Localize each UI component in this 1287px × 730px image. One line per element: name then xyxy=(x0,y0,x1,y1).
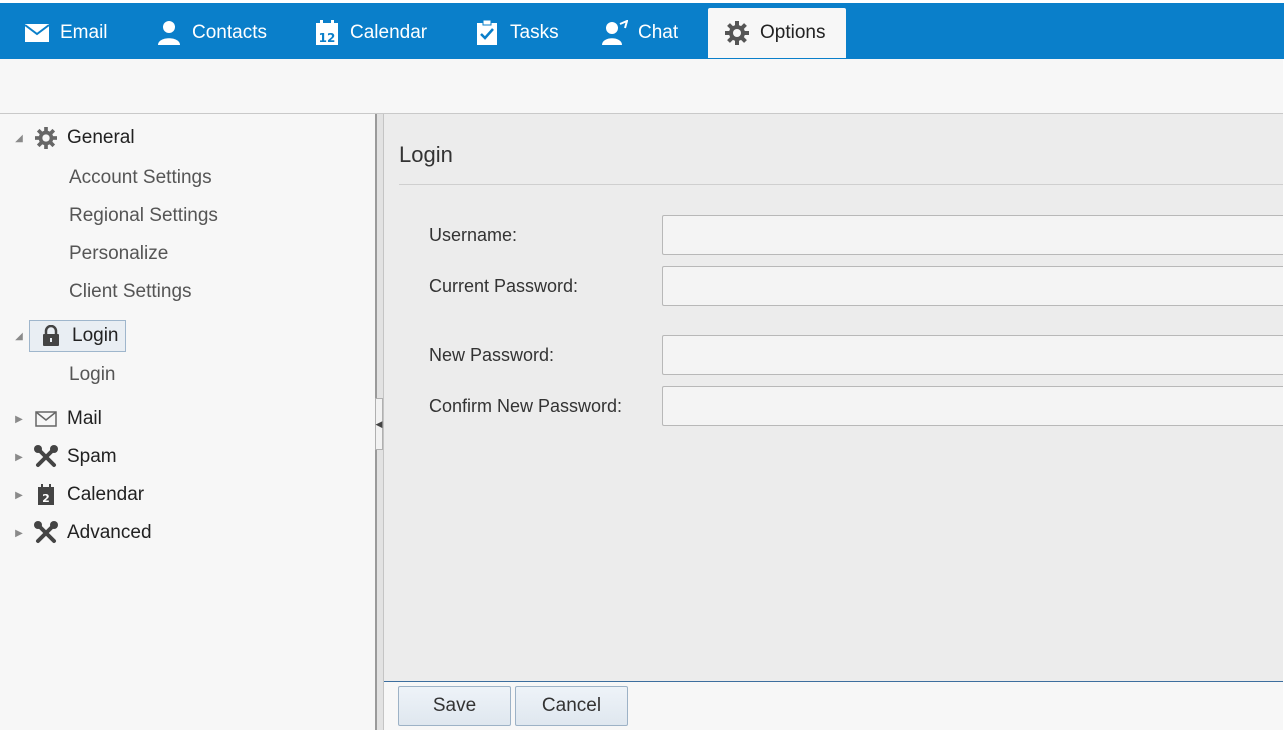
tab-chat[interactable]: Chat xyxy=(596,8,684,58)
username-label: Username: xyxy=(429,225,518,245)
save-button[interactable]: Save xyxy=(398,686,511,726)
tab-contacts[interactable]: Contacts xyxy=(150,8,273,58)
tree-item-regional-settings[interactable]: Regional Settings xyxy=(69,201,218,231)
collapse-triangle-icon[interactable]: ◢ xyxy=(11,133,27,144)
clipboard-check-icon xyxy=(474,20,500,46)
lock-icon xyxy=(38,323,64,349)
tab-calendar[interactable]: 12 Calendar xyxy=(308,8,433,58)
tree-node-label: Calendar xyxy=(67,484,145,505)
confirm-password-input[interactable] xyxy=(662,386,1287,426)
calendar-icon: 2 xyxy=(33,482,59,508)
tree-node-label: Advanced xyxy=(67,522,152,543)
page-title: Login xyxy=(399,142,453,167)
person-icon xyxy=(156,20,182,46)
tree-node-label: Login xyxy=(72,325,119,346)
tools-icon xyxy=(33,520,59,546)
new-password-label: New Password: xyxy=(429,345,555,365)
svg-text:12: 12 xyxy=(319,31,336,45)
envelope-icon xyxy=(24,20,50,46)
gear-icon xyxy=(724,20,750,46)
tools-icon xyxy=(33,444,59,470)
login-settings-panel: Login Username: Current Password: New Pa… xyxy=(384,114,1287,682)
tree-item-login[interactable]: Login xyxy=(69,360,116,390)
tab-email[interactable]: Email xyxy=(18,8,114,58)
cancel-button[interactable]: Cancel xyxy=(515,686,628,726)
chat-person-icon xyxy=(602,20,628,46)
tab-label: Calendar xyxy=(350,22,428,43)
tree-node-label: General xyxy=(67,127,135,148)
tree-node-advanced[interactable]: ▶ Advanced xyxy=(0,516,152,550)
collapse-left-arrow-icon[interactable]: ◀ xyxy=(375,398,383,450)
collapse-triangle-icon[interactable]: ◢ xyxy=(11,331,27,342)
current-password-label: Current Password: xyxy=(429,276,579,296)
tab-label: Email xyxy=(60,22,108,43)
calendar-icon: 12 xyxy=(314,20,340,46)
tab-label: Tasks xyxy=(510,22,559,43)
expand-triangle-icon[interactable]: ▶ xyxy=(11,452,27,463)
confirm-password-label: Confirm New Password: xyxy=(429,396,623,416)
tab-options[interactable]: Options xyxy=(708,8,846,58)
tab-label: Contacts xyxy=(192,22,267,43)
svg-text:2: 2 xyxy=(42,492,50,505)
tree-node-mail[interactable]: ▶ Mail xyxy=(0,402,102,436)
form-footer: Save Cancel xyxy=(384,682,1283,730)
tree-node-general[interactable]: ◢ General xyxy=(0,121,135,155)
tree-node-spam[interactable]: ▶ Spam xyxy=(0,440,117,474)
window-edge xyxy=(1283,59,1287,730)
tree-item-account-settings[interactable]: Account Settings xyxy=(69,163,212,193)
tab-label: Chat xyxy=(638,22,679,43)
tree-item-personalize[interactable]: Personalize xyxy=(69,239,168,269)
top-navigation-bar: Email Contacts 12 Calendar Tasks Chat Op… xyxy=(0,0,1287,59)
tree-node-label: Spam xyxy=(67,446,117,467)
options-tree: ◢ General Account Settings Regional Sett… xyxy=(0,114,375,730)
tree-item-client-settings[interactable]: Client Settings xyxy=(69,277,192,307)
current-password-input[interactable] xyxy=(662,266,1287,306)
expand-triangle-icon[interactable]: ▶ xyxy=(11,414,27,425)
envelope-icon xyxy=(33,406,59,432)
tree-node-calendar[interactable]: ▶ 2 Calendar xyxy=(0,478,144,512)
expand-triangle-icon[interactable]: ▶ xyxy=(11,528,27,539)
username-input[interactable] xyxy=(662,215,1287,255)
tree-node-label: Mail xyxy=(67,408,102,429)
tree-node-login[interactable]: ◢ Login xyxy=(0,319,126,353)
expand-triangle-icon[interactable]: ▶ xyxy=(11,490,27,501)
tab-tasks[interactable]: Tasks xyxy=(468,8,565,58)
title-divider xyxy=(399,184,1283,185)
tab-label: Options xyxy=(760,22,826,43)
selected-node-highlight: Login xyxy=(29,320,126,352)
new-password-input[interactable] xyxy=(662,335,1287,375)
toolbar xyxy=(0,59,1287,114)
gear-icon xyxy=(33,125,59,151)
